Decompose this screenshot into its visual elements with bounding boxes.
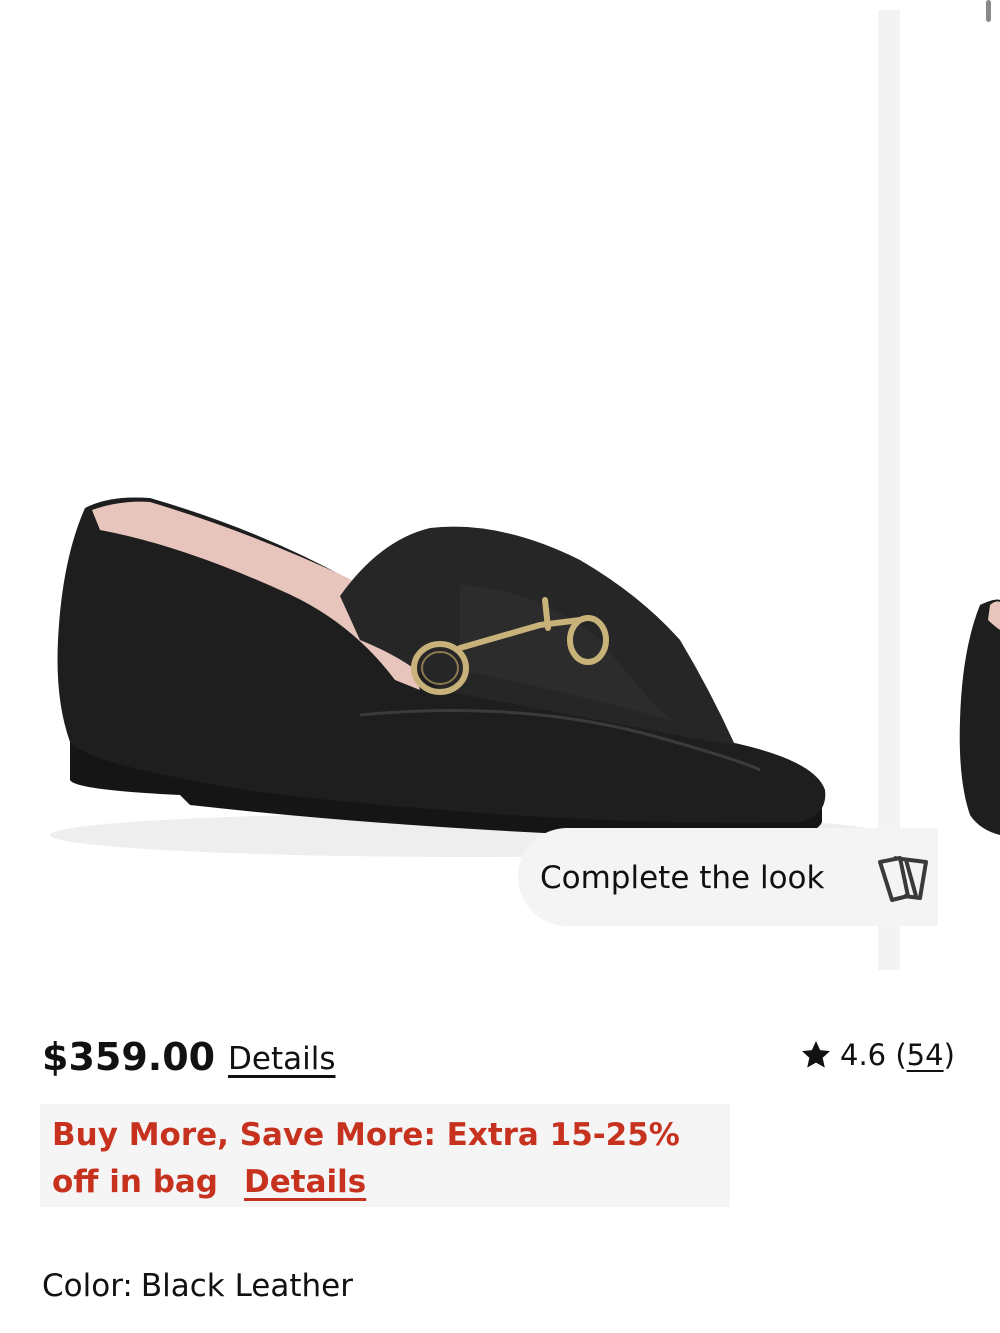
star-icon: [802, 1041, 830, 1068]
rating-count-close-paren: ): [943, 1038, 955, 1072]
promo-banner: Buy More, Save More: Extra 15-25% off in…: [40, 1104, 730, 1207]
gallery-divider: [878, 10, 900, 970]
rating-count-open-paren: (: [886, 1038, 907, 1072]
product-image-gallery[interactable]: Complete the look: [0, 0, 1000, 975]
scroll-indicator: [986, 0, 991, 22]
review-count-link[interactable]: 54: [907, 1038, 944, 1072]
complete-the-look-button[interactable]: Complete the look: [518, 828, 938, 926]
complete-the-look-label: Complete the look: [540, 860, 825, 896]
color-label: Color:: [42, 1268, 133, 1304]
promo-details-link[interactable]: Details: [244, 1164, 366, 1200]
price-details-link[interactable]: Details: [228, 1041, 335, 1077]
rating-score: 4.6: [840, 1038, 887, 1072]
cards-icon: [878, 856, 928, 902]
product-rating[interactable]: 4.6 (54): [800, 1038, 955, 1072]
color-selection-row: Color: Black Leather: [42, 1268, 353, 1304]
product-price: $359.00: [42, 1035, 216, 1079]
color-value: Black Leather: [140, 1268, 353, 1304]
